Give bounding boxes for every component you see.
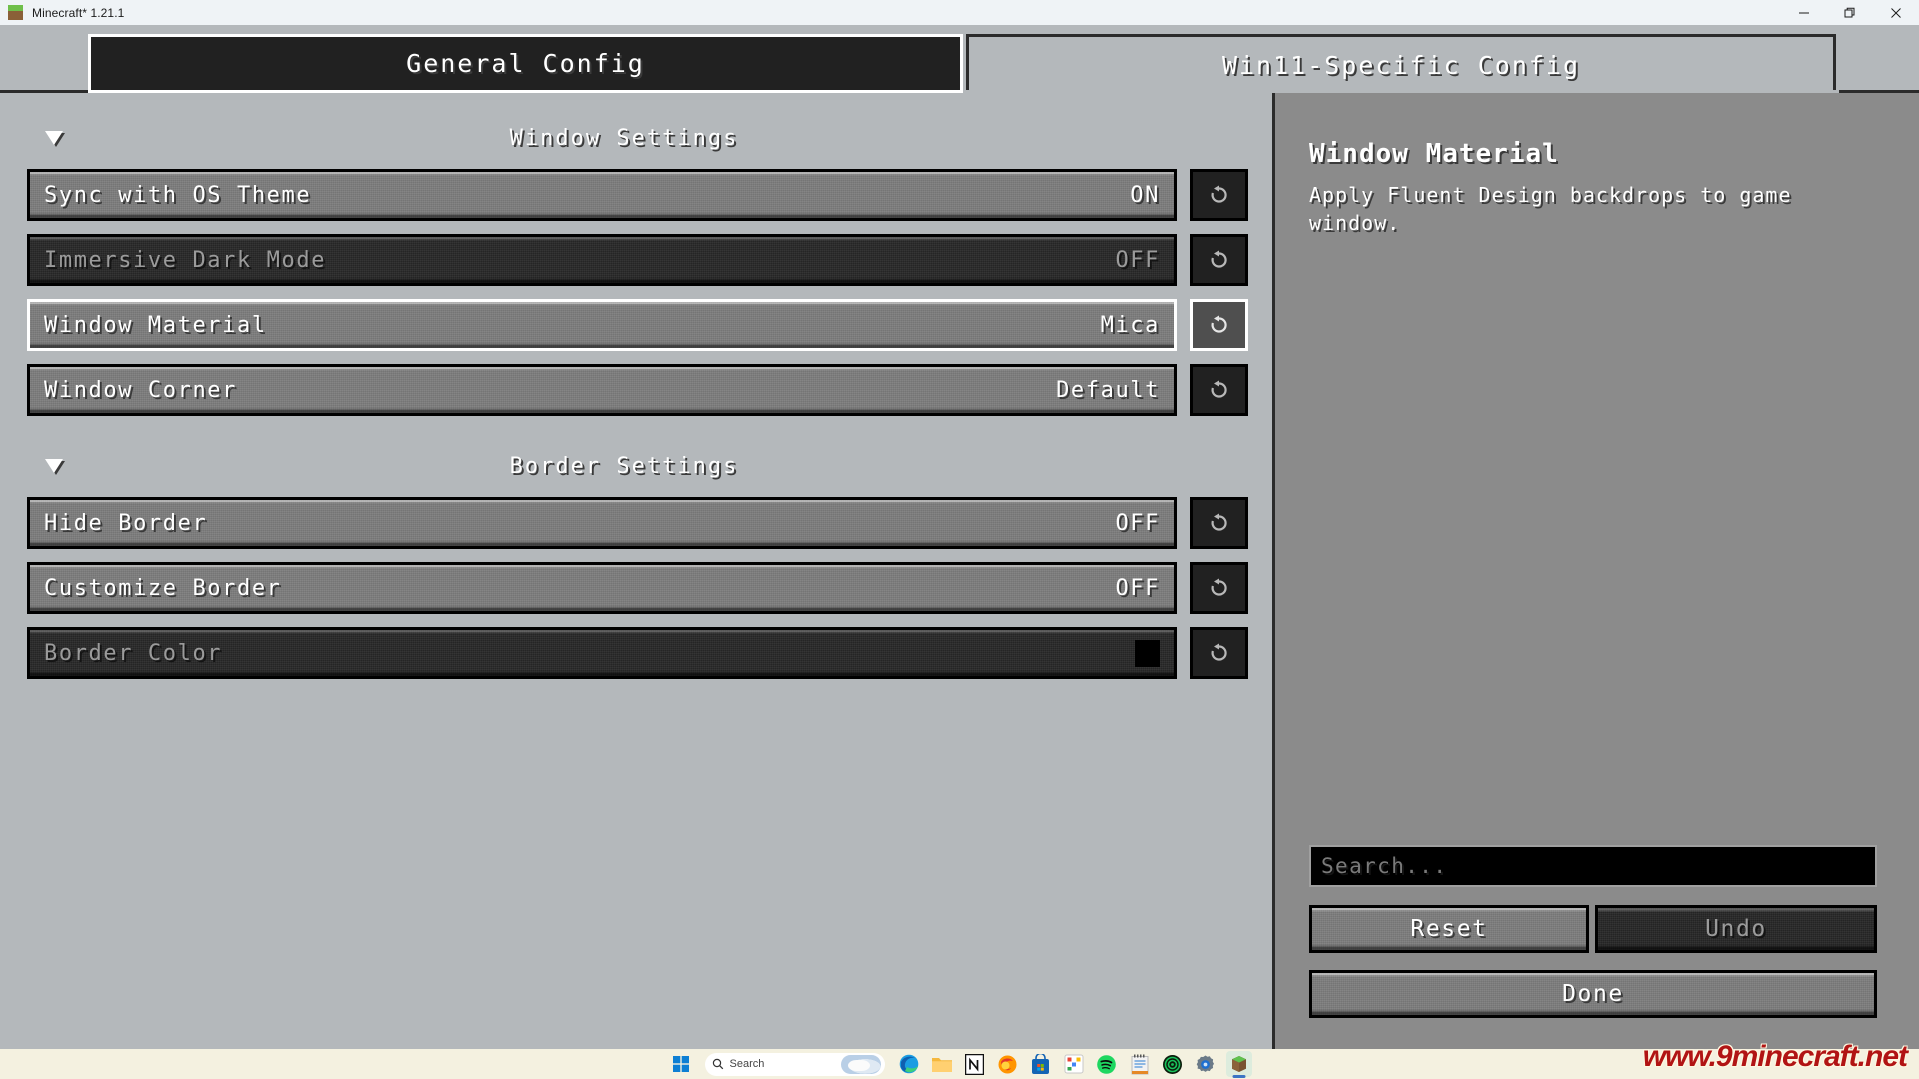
minimize-button[interactable]	[1781, 0, 1827, 25]
tab-win11-specific-config-label: Win11-Specific Config	[1221, 50, 1581, 80]
reset-button-sync-with-os-theme[interactable]	[1190, 169, 1248, 221]
option-label: Immersive Dark Mode	[44, 247, 327, 273]
reset-button-window-corner[interactable]	[1190, 364, 1248, 416]
window-titlebar: Minecraft* 1.21.1	[0, 0, 1919, 25]
reset-button-customize-border[interactable]	[1190, 562, 1248, 614]
undo-arrow-icon	[1211, 643, 1227, 661]
done-button[interactable]: Done	[1309, 970, 1877, 1018]
jamboard-icon[interactable]	[1061, 1051, 1087, 1077]
reset-button-hide-border[interactable]	[1190, 497, 1248, 549]
option-label: Customize Border	[44, 575, 282, 601]
option-widget[interactable]: Hide Border OFF	[27, 497, 1177, 549]
option-value: OFF	[1115, 575, 1160, 601]
option-value: Mica	[1100, 312, 1160, 338]
undo-arrow-icon	[1211, 250, 1227, 268]
windows-taskbar: Search	[0, 1049, 1919, 1079]
option-widget[interactable]: Customize Border OFF	[27, 562, 1177, 614]
reset-button-label: Reset	[1410, 916, 1488, 942]
detail-title: Window Material	[1309, 139, 1559, 169]
color-swatch[interactable]	[1135, 639, 1160, 667]
search-icon	[712, 1058, 723, 1070]
detail-pane: Window Material Apply Fluent Design back…	[1272, 93, 1919, 1049]
option-label: Hide Border	[44, 510, 208, 536]
option-label: Sync with OS Theme	[44, 182, 312, 208]
chevron-down-icon	[45, 459, 63, 473]
firefox-icon[interactable]	[995, 1051, 1021, 1077]
windows-start-icon[interactable]	[668, 1051, 694, 1077]
option-widget[interactable]: Border Color	[27, 627, 1177, 679]
undo-arrow-icon	[1211, 578, 1227, 596]
chevron-down-icon	[45, 131, 63, 145]
taskbar-search-placeholder: Search	[729, 1058, 765, 1070]
undo-arrow-icon	[1211, 513, 1227, 531]
option-label: Window Corner	[44, 377, 237, 403]
settings-icon[interactable]	[1193, 1051, 1219, 1077]
tab-general-config-label: General Config	[406, 49, 645, 78]
reset-button-window-material[interactable]	[1190, 299, 1248, 351]
reset-button-border-color[interactable]	[1190, 627, 1248, 679]
undo-arrow-icon	[1211, 185, 1227, 203]
edge-icon[interactable]	[896, 1051, 922, 1077]
undo-button-label: Undo	[1705, 916, 1767, 942]
microsoft-store-icon[interactable]	[1028, 1051, 1054, 1077]
notion-icon[interactable]	[962, 1051, 988, 1077]
notepad-icon[interactable]	[1127, 1051, 1153, 1077]
option-value: OFF	[1115, 247, 1160, 273]
category-title: Border Settings	[509, 453, 739, 479]
site-watermark: www.9minecraft.net	[1642, 1040, 1908, 1073]
search-placeholder: Search...	[1321, 854, 1448, 878]
taskbar-search-box[interactable]: Search	[704, 1052, 885, 1076]
file-explorer-icon[interactable]	[929, 1051, 955, 1077]
option-label: Border Color	[44, 640, 223, 666]
tab-win11-specific-config[interactable]: Win11-Specific Config	[966, 34, 1836, 93]
detail-description: Apply Fluent Design backdrops to game wi…	[1309, 183, 1792, 235]
minecraft-config-screen: General Config Win11-Specific Config Win…	[0, 25, 1919, 1049]
window-title: Minecraft* 1.21.1	[32, 5, 125, 20]
grass-block-icon	[8, 5, 23, 20]
minecraft-icon[interactable]	[1225, 1051, 1252, 1078]
search-input[interactable]: Search...	[1309, 845, 1877, 887]
ring-app-icon[interactable]	[1160, 1051, 1186, 1077]
option-label: Window Material	[44, 312, 267, 338]
tab-general-config[interactable]: General Config	[88, 34, 963, 93]
tab-strip: General Config Win11-Specific Config	[0, 25, 1919, 93]
done-button-label: Done	[1562, 981, 1624, 1007]
option-widget[interactable]: Immersive Dark Mode OFF	[27, 234, 1177, 286]
spotify-icon[interactable]	[1094, 1051, 1120, 1077]
category-title: Window Settings	[509, 125, 739, 151]
undo-arrow-icon	[1211, 380, 1227, 398]
polar-bear-image	[840, 1054, 881, 1074]
undo-button[interactable]: Undo	[1595, 905, 1877, 953]
options-list[interactable]: Window Settings Sync with OS Theme ON Im…	[0, 93, 1272, 1049]
category-header-border-settings[interactable]: Border Settings	[0, 445, 1248, 487]
reset-button-immersive-dark-mode[interactable]	[1190, 234, 1248, 286]
option-value: Default	[1056, 377, 1160, 403]
close-button[interactable]	[1873, 0, 1919, 25]
restore-button[interactable]	[1827, 0, 1873, 25]
option-widget[interactable]: Window Material Mica	[27, 299, 1177, 351]
reset-button[interactable]: Reset	[1309, 905, 1589, 953]
option-widget[interactable]: Window Corner Default	[27, 364, 1177, 416]
option-value: ON	[1130, 182, 1160, 208]
undo-arrow-icon	[1211, 315, 1227, 333]
option-widget[interactable]: Sync with OS Theme ON	[27, 169, 1177, 221]
category-header-window-settings[interactable]: Window Settings	[0, 117, 1248, 159]
option-value: OFF	[1115, 510, 1160, 536]
